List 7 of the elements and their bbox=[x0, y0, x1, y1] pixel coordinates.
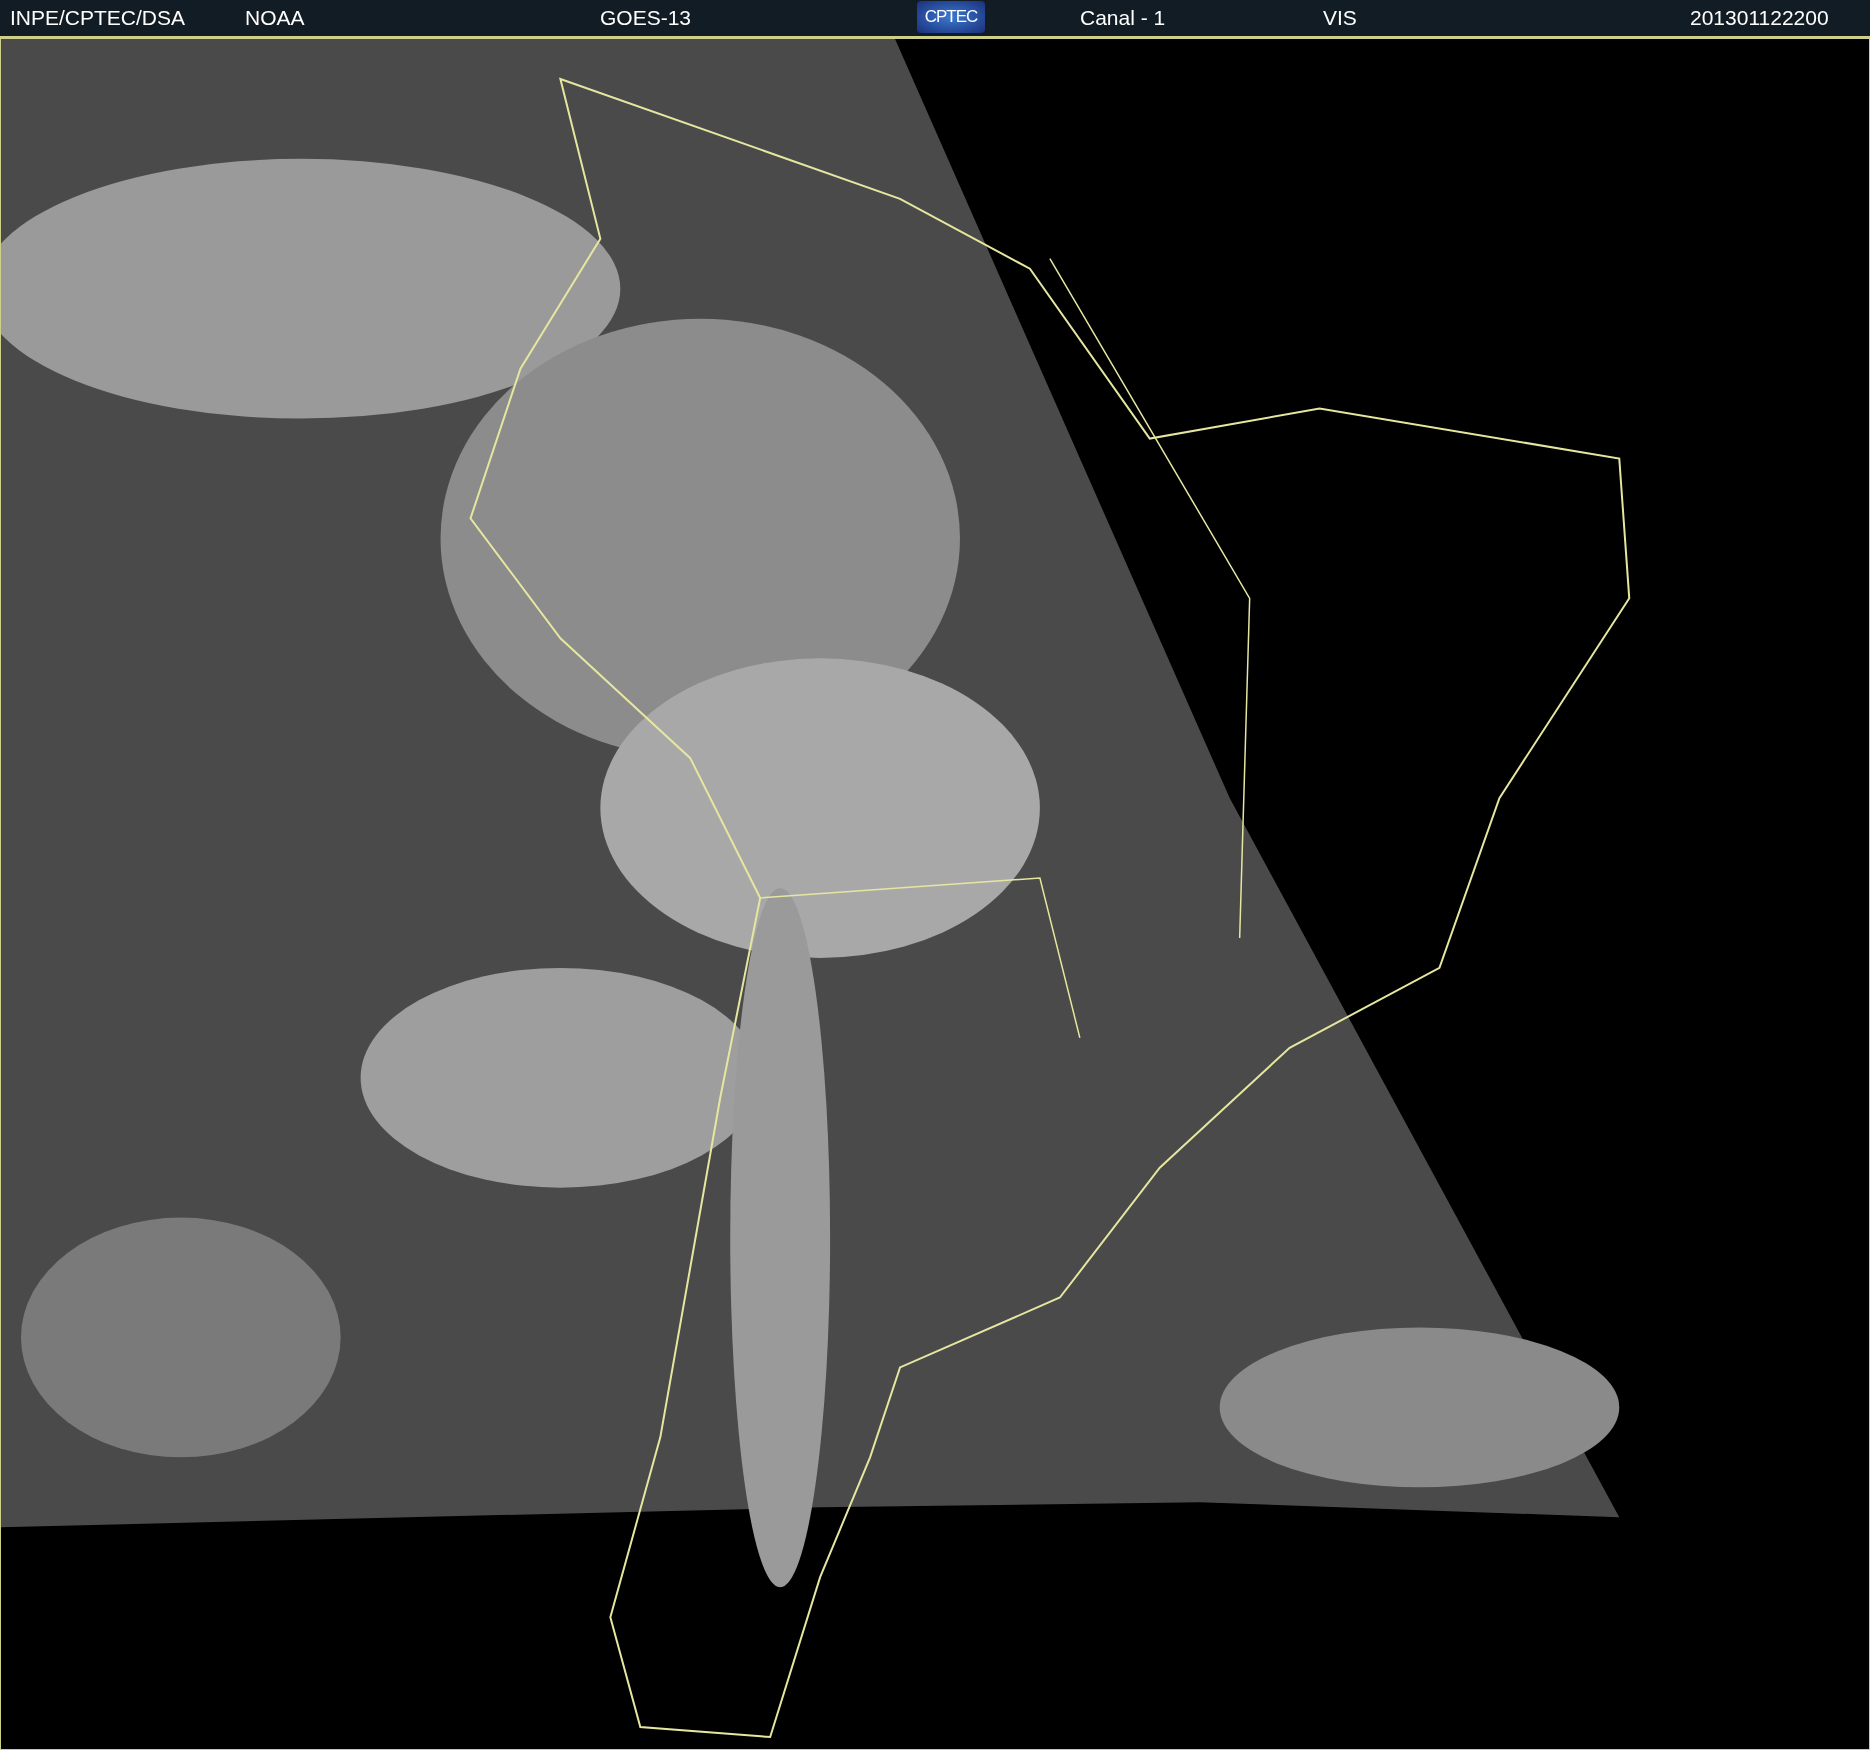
satellite-label: GOES-13 bbox=[600, 6, 692, 30]
source-label: INPE/CPTEC/DSA bbox=[10, 6, 186, 30]
agency-label: NOAA bbox=[245, 6, 305, 30]
channel-label: Canal - 1 bbox=[1080, 6, 1166, 30]
band-label: VIS bbox=[1323, 6, 1357, 30]
logo: CPTEC bbox=[917, 1, 985, 33]
timestamp-label: 201301122200 bbox=[1690, 6, 1829, 30]
